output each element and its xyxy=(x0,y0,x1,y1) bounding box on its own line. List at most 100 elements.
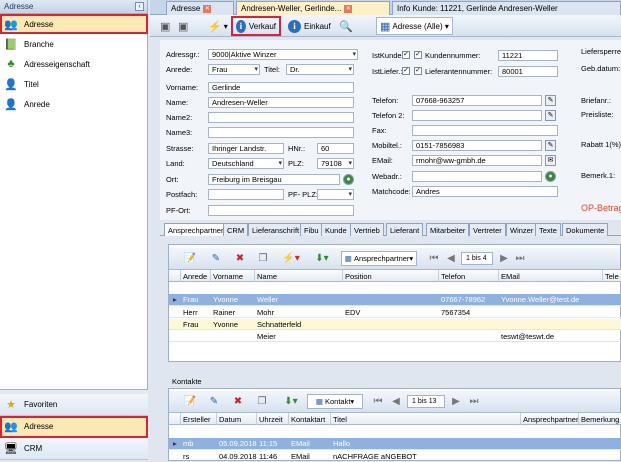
verkauf-button[interactable]: i Verkauf xyxy=(231,16,281,36)
copy-icon[interactable]: ❐ xyxy=(256,251,270,266)
land-select[interactable]: Deutschland xyxy=(208,158,284,169)
nav-item-branche[interactable]: 📗 Branche xyxy=(0,34,148,54)
name2-field[interactable] xyxy=(208,112,354,123)
col-email[interactable]: EMail xyxy=(499,270,603,282)
pfplz-select[interactable] xyxy=(317,189,354,200)
adressgr-select[interactable]: 9000|Aktive Winzer xyxy=(208,49,358,60)
nav-item-adresseigenschaft[interactable]: ♣ Adresseigenschaft xyxy=(0,54,148,74)
nav-item-anrede[interactable]: 👤 Anrede xyxy=(0,94,148,114)
col-ansprechpartner[interactable]: Ansprechpartner xyxy=(521,413,579,425)
edit-icon[interactable]: ✎ xyxy=(545,140,556,151)
istlief-checkbox[interactable]: ✓ xyxy=(402,67,410,75)
col-vorname[interactable]: Vorname xyxy=(211,270,255,282)
edit-icon[interactable]: ✎ xyxy=(207,394,221,409)
tab-vertrieb[interactable]: Vertrieb xyxy=(350,223,384,236)
nav-favoriten[interactable]: ★ Favoriten xyxy=(0,394,148,416)
lieferantennummer-checkbox[interactable]: ✓ xyxy=(414,67,422,75)
ansprechpartner-filter[interactable]: ▦ Ansprechpartner ▾ xyxy=(341,251,417,266)
save-close-button[interactable]: ▣ xyxy=(174,17,194,35)
export-icon[interactable]: ⬇▾ xyxy=(281,394,301,409)
delete-icon[interactable]: ✖ xyxy=(233,251,247,266)
webadr-field[interactable] xyxy=(412,171,542,182)
col-bemerkung[interactable]: Bemerkung xyxy=(579,413,621,425)
tab-kunde[interactable]: Kunde xyxy=(321,223,351,236)
col-name[interactable]: Name xyxy=(255,270,343,282)
tab-andresen-weller[interactable]: Andresen-Weller, Gerlinde... ✕ xyxy=(236,1,390,15)
table-row[interactable]: ▸ mb 05.09.2018 11:15 EMail Hallo xyxy=(169,438,621,450)
vorname-field[interactable]: Gerlinde xyxy=(208,82,354,93)
email-field[interactable]: rmohr@ww-gmbh.de xyxy=(412,155,542,166)
tab-vertreter[interactable]: Vertreter xyxy=(469,223,506,236)
telefon-field[interactable]: 07668-963257 xyxy=(412,95,542,106)
tab-info-kunde[interactable]: Info Kunde: 11221, Gerlinde Andresen-Wel… xyxy=(392,1,621,15)
table-row[interactable]: Meier teswt@teswt.de xyxy=(169,331,621,342)
kundennummer-field[interactable]: 11221 xyxy=(498,50,558,61)
next-page-icon[interactable]: ▶ xyxy=(497,251,511,266)
tab-ansprechpartner[interactable]: Ansprechpartner xyxy=(164,223,228,236)
last-page-icon[interactable]: ⏭ xyxy=(467,394,481,409)
prev-page-icon[interactable]: ◀ xyxy=(444,251,458,266)
last-page-icon[interactable]: ⏭ xyxy=(513,251,527,266)
table-row[interactable]: rs 04.09.2018 11:46 EMail nACHFRAGE aNGE… xyxy=(169,451,621,462)
table-row[interactable]: Herr Rainer Mohr EDV 7567354 xyxy=(169,307,621,318)
nav-crm[interactable]: 🖥 CRM xyxy=(0,438,148,460)
col-kontaktart[interactable]: Kontaktart xyxy=(289,413,331,425)
fax-field[interactable] xyxy=(412,125,558,136)
new-icon[interactable]: 📝 xyxy=(183,251,197,266)
lieferantennummer-field[interactable]: 80001 xyxy=(498,66,558,77)
search-button[interactable]: 🔍 xyxy=(335,17,359,35)
name-field[interactable]: Andresen-Weller xyxy=(208,97,354,108)
first-page-icon[interactable]: ⏮ xyxy=(371,394,385,409)
tab-lieferanschrift[interactable]: Lieferanschrift xyxy=(248,223,304,236)
tab-dokumente[interactable]: Dokumente xyxy=(562,223,609,236)
copy-icon[interactable]: ❐ xyxy=(255,394,269,409)
globe-icon[interactable]: ● xyxy=(545,171,556,182)
edit-icon[interactable]: ✎ xyxy=(545,110,556,121)
tab-crm[interactable]: CRM xyxy=(223,223,249,236)
kontakt-filter[interactable]: ▦ Kontakt ▾ xyxy=(307,394,363,409)
tab-lieferant[interactable]: Lieferant xyxy=(386,223,424,236)
kundennummer-checkbox[interactable]: ✓ xyxy=(414,51,422,59)
mail-icon[interactable]: ✉ xyxy=(545,155,556,166)
matchcode-field[interactable]: Andres xyxy=(412,186,558,197)
address-filter-dropdown[interactable]: ▦ Adresse (Alle) ▾ xyxy=(376,17,453,35)
table-row[interactable]: Frau Yvonne Schnatterfeld xyxy=(169,319,621,330)
lightning-icon[interactable]: ⚡▾ xyxy=(281,251,301,266)
globe-icon[interactable]: ● xyxy=(343,174,354,185)
export-icon[interactable]: ⬇▾ xyxy=(312,251,332,266)
prev-page-icon[interactable]: ◀ xyxy=(389,394,403,409)
strasse-field[interactable]: Ihringer Landstr. xyxy=(208,143,284,154)
nav-adresse[interactable]: 👥 Adresse xyxy=(0,416,148,438)
collapse-icon[interactable]: ‹ xyxy=(135,2,144,11)
col-datum[interactable]: Datum xyxy=(217,413,257,425)
tab-mitarbeiter[interactable]: Mitarbeiter xyxy=(426,223,470,236)
einkauf-button[interactable]: i Einkauf xyxy=(284,17,335,35)
actions-dropdown[interactable]: ⚡ ▾ xyxy=(204,17,232,35)
close-icon[interactable]: ✕ xyxy=(203,4,212,13)
col-ersteller[interactable]: Ersteller xyxy=(181,413,217,425)
plz-select[interactable]: 79108 xyxy=(317,158,354,169)
anrede-select[interactable]: Frau xyxy=(208,64,260,75)
tab-adresse[interactable]: Adresse ✕ xyxy=(166,1,234,15)
col-titel[interactable]: Titel xyxy=(331,413,521,425)
col-anrede[interactable]: Anrede xyxy=(181,270,211,282)
hnr-field[interactable]: 60 xyxy=(317,143,354,154)
table-row[interactable]: ▸ Frau Yvonne Weller 07667-78962 Yvonne.… xyxy=(169,294,621,306)
edit-icon[interactable]: ✎ xyxy=(545,95,556,106)
name3-field[interactable] xyxy=(208,127,354,138)
tab-fibu[interactable]: Fibu xyxy=(300,223,323,236)
ort-field[interactable]: Freiburg im Breisgau xyxy=(208,174,340,185)
nav-item-titel[interactable]: 👤 Titel xyxy=(0,74,148,94)
col-tele[interactable]: Tele xyxy=(603,270,621,282)
pfort-field[interactable] xyxy=(208,205,354,216)
tab-texte[interactable]: Texte xyxy=(535,223,561,236)
telefon2-field[interactable] xyxy=(412,110,542,121)
col-uhrzeit[interactable]: Uhrzeit xyxy=(257,413,289,425)
next-page-icon[interactable]: ▶ xyxy=(449,394,463,409)
nav-item-adresse[interactable]: 👥 Adresse xyxy=(0,14,148,34)
new-icon[interactable]: 📝 xyxy=(183,394,197,409)
first-page-icon[interactable]: ⏮ xyxy=(427,251,441,266)
tab-winzer[interactable]: Winzer xyxy=(506,223,538,236)
titel-select[interactable]: Dr. xyxy=(286,64,354,75)
istkunde-checkbox[interactable]: ✓ xyxy=(402,51,410,59)
